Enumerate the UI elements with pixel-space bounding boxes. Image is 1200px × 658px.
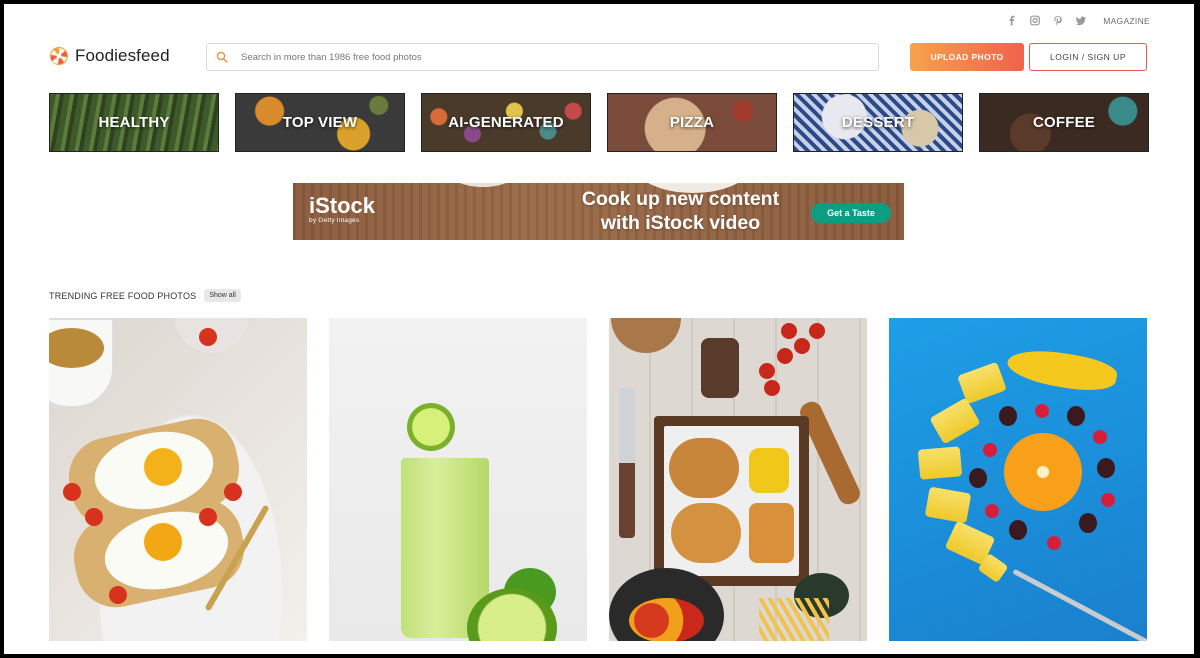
tomato-image: [199, 508, 217, 526]
tomato-image: [809, 323, 825, 339]
category-pizza[interactable]: PIZZA: [607, 93, 777, 152]
tomato-image: [109, 586, 127, 604]
category-ai-generated[interactable]: AI-GENERATED: [421, 93, 591, 152]
blackberry-image: [999, 406, 1017, 426]
raspberry-image: [985, 504, 999, 518]
istock-ad-banner[interactable]: iStock by Getty Images Cook up new conte…: [293, 183, 904, 240]
tomato-image: [764, 380, 780, 396]
pinterest-icon[interactable]: [1053, 15, 1063, 26]
logo-icon: [50, 47, 68, 65]
tomato-image: [199, 328, 217, 346]
pineapple-piece-image: [929, 397, 981, 445]
category-label: COFFEE: [1032, 114, 1096, 131]
orange-slice-image: [1004, 433, 1082, 511]
blackberry-image: [1067, 406, 1085, 426]
photo-card-burgers[interactable]: [609, 318, 867, 641]
raspberry-image: [1047, 536, 1061, 550]
banana-image: [1004, 343, 1120, 397]
pineapple-piece-image: [924, 486, 972, 524]
pineapple-piece-image: [917, 446, 963, 480]
tomato-image: [781, 323, 797, 339]
ad-headline: Cook up new content with iStock video: [548, 187, 813, 235]
raspberry-image: [1101, 493, 1115, 507]
blackberry-image: [1097, 458, 1115, 478]
peppers-image: [629, 598, 704, 641]
facebook-icon[interactable]: [1007, 15, 1017, 26]
ad-cta-button[interactable]: Get a Taste: [811, 203, 891, 223]
category-label: DESSERT: [841, 114, 915, 131]
site-logo[interactable]: Foodiesfeed: [49, 46, 170, 66]
twitter-icon[interactable]: [1076, 15, 1087, 26]
ad-headline-line1: Cook up new content: [581, 188, 780, 210]
raspberry-image: [983, 443, 997, 457]
photo-card-lime-juice[interactable]: [329, 318, 587, 641]
tomato-image: [777, 348, 793, 364]
burger-image: [669, 438, 739, 498]
knife-image: [619, 388, 635, 538]
category-row: HEALTHY TOP VIEW AI-GENERATED PIZZA DESS…: [49, 93, 1149, 152]
yolk-image: [144, 523, 182, 561]
ad-brand: iStock by Getty Images: [309, 193, 376, 225]
category-healthy[interactable]: HEALTHY: [49, 93, 219, 152]
photo-card-eggs-toast[interactable]: [49, 318, 307, 641]
magazine-link[interactable]: MAGAZINE: [1103, 16, 1150, 26]
yolk-image: [144, 448, 182, 486]
category-label: PIZZA: [669, 114, 715, 131]
trending-heading: TRENDING FREE FOOD PHOTOS Show all: [49, 289, 241, 302]
search-icon: [207, 51, 237, 63]
potato-wedges-image: [749, 503, 794, 563]
category-label: HEALTHY: [98, 114, 170, 131]
search-input[interactable]: [237, 51, 878, 63]
raspberry-image: [1035, 404, 1049, 418]
garlic-bowl-image: [611, 318, 681, 353]
category-dessert[interactable]: DESSERT: [793, 93, 963, 152]
social-bar: MAGAZINE: [1007, 15, 1150, 26]
category-label: AI-GENERATED: [448, 114, 564, 131]
upload-photo-button[interactable]: UPLOAD PHOTO: [910, 43, 1024, 71]
blackberry-image: [1009, 520, 1027, 540]
photo-grid: [49, 318, 1147, 641]
category-label: TOP VIEW: [282, 114, 358, 131]
tomato-image: [63, 483, 81, 501]
photo-card-fruit-spiral[interactable]: [889, 318, 1147, 641]
category-top-view[interactable]: TOP VIEW: [235, 93, 405, 152]
tomato-image: [85, 508, 103, 526]
blackberry-image: [1079, 513, 1097, 533]
tomato-image: [794, 338, 810, 354]
lime-slice-image: [407, 403, 455, 451]
ad-brand-sub: by Getty Images: [309, 217, 360, 224]
show-all-button[interactable]: Show all: [204, 289, 241, 302]
login-signup-button[interactable]: LOGIN / SIGN UP: [1029, 43, 1147, 71]
tomato-image: [759, 363, 775, 379]
category-coffee[interactable]: COFFEE: [979, 93, 1149, 152]
fries-image: [759, 598, 829, 641]
burger-image: [671, 503, 741, 563]
page: MAGAZINE Foodiesfeed UPLOAD PHOTO LOGIN …: [4, 4, 1194, 654]
search-bar[interactable]: [206, 43, 879, 71]
trending-title: TRENDING FREE FOOD PHOTOS: [49, 290, 197, 301]
instagram-icon[interactable]: [1030, 15, 1041, 26]
blackberry-image: [969, 468, 987, 488]
logo-text: Foodiesfeed: [75, 46, 170, 65]
jar-image: [701, 338, 739, 398]
corn-image: [749, 448, 789, 493]
raspberry-image: [1093, 430, 1107, 444]
fork-image: [1012, 568, 1147, 641]
tomato-image: [224, 483, 242, 501]
ad-brand-name: iStock: [309, 193, 376, 218]
ad-headline-line2: with iStock video: [600, 212, 761, 234]
